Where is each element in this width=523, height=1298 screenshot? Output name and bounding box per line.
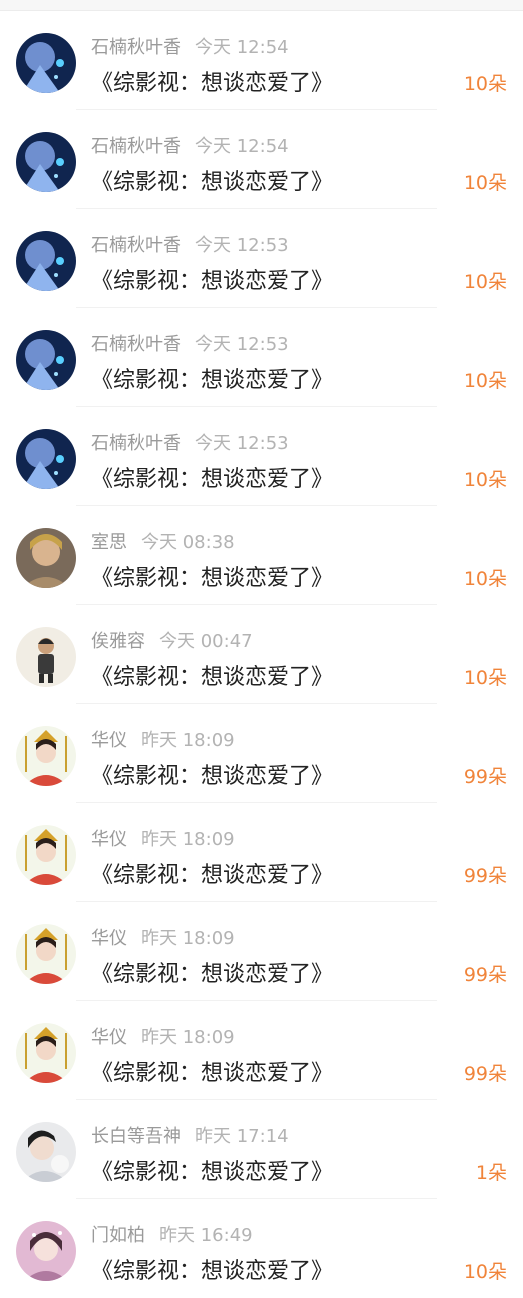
username[interactable]: 华仪 [91, 1027, 127, 1048]
photo-girl-avatar[interactable] [16, 1122, 76, 1182]
fantasy-girl-avatar[interactable] [16, 330, 76, 390]
gift-count: 99朵 [463, 964, 507, 986]
timestamp: 昨天 17:14 [195, 1126, 289, 1147]
ancient-lady-avatar[interactable] [16, 1023, 76, 1083]
timestamp: 今天 12:53 [195, 235, 289, 256]
list-item[interactable]: 华仪 昨天 18:09 《综影视：想谈恋爱了》 99朵 [0, 902, 523, 1001]
gift-count: 99朵 [463, 766, 507, 788]
timestamp: 今天 08:38 [141, 532, 235, 553]
username[interactable]: 石楠秋叶香 [91, 235, 181, 256]
list-item[interactable]: 长白等吾神 昨天 17:14 《综影视：想谈恋爱了》 1朵 [0, 1100, 523, 1199]
list-item[interactable]: 门如柏 昨天 16:49 《综影视：想谈恋爱了》 10朵 [0, 1199, 523, 1298]
book-title[interactable]: 《综影视：想谈恋爱了》 [91, 65, 333, 97]
list-item[interactable]: 石楠秋叶香 今天 12:53 《综影视：想谈恋爱了》 10朵 [0, 308, 523, 407]
gift-count: 10朵 [463, 469, 507, 491]
book-title[interactable]: 《综影视：想谈恋爱了》 [91, 758, 333, 790]
list-item[interactable]: 俟雅容 今天 00:47 《综影视：想谈恋爱了》 10朵 [0, 605, 523, 704]
book-title[interactable]: 《综影视：想谈恋爱了》 [91, 1253, 333, 1285]
username[interactable]: 华仪 [91, 730, 127, 751]
book-title[interactable]: 《综影视：想谈恋爱了》 [91, 956, 333, 988]
list-item[interactable]: 华仪 昨天 18:09 《综影视：想谈恋爱了》 99朵 [0, 1001, 523, 1100]
gift-count: 1朵 [475, 1162, 507, 1184]
gift-count: 99朵 [463, 865, 507, 887]
list-item[interactable]: 华仪 昨天 18:09 《综影视：想谈恋爱了》 99朵 [0, 704, 523, 803]
fantasy-girl-avatar[interactable] [16, 429, 76, 489]
book-title[interactable]: 《综影视：想谈恋爱了》 [91, 461, 333, 493]
gift-count: 10朵 [463, 667, 507, 689]
list-item[interactable]: 华仪 昨天 18:09 《综影视：想谈恋爱了》 99朵 [0, 803, 523, 902]
gift-count: 10朵 [463, 172, 507, 194]
fantasy-girl-avatar[interactable] [16, 132, 76, 192]
pink-girl-avatar[interactable] [16, 1221, 76, 1281]
timestamp: 昨天 18:09 [141, 928, 235, 949]
timestamp: 今天 12:54 [195, 37, 289, 58]
username[interactable]: 华仪 [91, 829, 127, 850]
top-bar [0, 0, 523, 11]
list-item[interactable]: 石楠秋叶香 今天 12:53 《综影视：想谈恋爱了》 10朵 [0, 209, 523, 308]
fantasy-girl-avatar[interactable] [16, 231, 76, 291]
username[interactable]: 石楠秋叶香 [91, 136, 181, 157]
fantasy-girl-avatar[interactable] [16, 33, 76, 93]
timestamp: 今天 12:53 [195, 334, 289, 355]
gift-count: 10朵 [463, 370, 507, 392]
timestamp: 昨天 16:49 [159, 1225, 253, 1246]
book-title[interactable]: 《综影视：想谈恋爱了》 [91, 263, 333, 295]
timestamp: 昨天 18:09 [141, 1027, 235, 1048]
username[interactable]: 门如柏 [91, 1225, 145, 1246]
painted-girl-avatar[interactable] [16, 528, 76, 588]
username[interactable]: 俟雅容 [91, 631, 145, 652]
gift-count: 10朵 [463, 73, 507, 95]
timestamp: 今天 12:54 [195, 136, 289, 157]
ancient-lady-avatar[interactable] [16, 726, 76, 786]
book-title[interactable]: 《综影视：想谈恋爱了》 [91, 362, 333, 394]
list-item[interactable]: 室思 今天 08:38 《综影视：想谈恋爱了》 10朵 [0, 506, 523, 605]
book-title[interactable]: 《综影视：想谈恋爱了》 [91, 1154, 333, 1186]
gift-count: 10朵 [463, 271, 507, 293]
list-item[interactable]: 石楠秋叶香 今天 12:54 《综影视：想谈恋爱了》 10朵 [0, 11, 523, 110]
book-title[interactable]: 《综影视：想谈恋爱了》 [91, 659, 333, 691]
username[interactable]: 石楠秋叶香 [91, 37, 181, 58]
gift-list: 石楠秋叶香 今天 12:54 《综影视：想谈恋爱了》 10朵 石楠秋叶香 今天 12… [0, 11, 523, 1298]
list-item[interactable]: 石楠秋叶香 今天 12:53 《综影视：想谈恋爱了》 10朵 [0, 407, 523, 506]
book-title[interactable]: 《综影视：想谈恋爱了》 [91, 857, 333, 889]
book-title[interactable]: 《综影视：想谈恋爱了》 [91, 1055, 333, 1087]
username[interactable]: 石楠秋叶香 [91, 334, 181, 355]
username[interactable]: 石楠秋叶香 [91, 433, 181, 454]
username[interactable]: 室思 [91, 532, 127, 553]
ancient-lady-avatar[interactable] [16, 924, 76, 984]
list-item[interactable]: 石楠秋叶香 今天 12:54 《综影视：想谈恋爱了》 10朵 [0, 110, 523, 209]
timestamp: 昨天 18:09 [141, 730, 235, 751]
book-title[interactable]: 《综影视：想谈恋爱了》 [91, 164, 333, 196]
cartoon-soldier-avatar[interactable] [16, 627, 76, 687]
gift-count: 10朵 [463, 568, 507, 590]
username[interactable]: 长白等吾神 [91, 1126, 181, 1147]
book-title[interactable]: 《综影视：想谈恋爱了》 [91, 560, 333, 592]
ancient-lady-avatar[interactable] [16, 825, 76, 885]
username[interactable]: 华仪 [91, 928, 127, 949]
gift-count: 99朵 [463, 1063, 507, 1085]
timestamp: 昨天 18:09 [141, 829, 235, 850]
timestamp: 今天 12:53 [195, 433, 289, 454]
timestamp: 今天 00:47 [159, 631, 253, 652]
